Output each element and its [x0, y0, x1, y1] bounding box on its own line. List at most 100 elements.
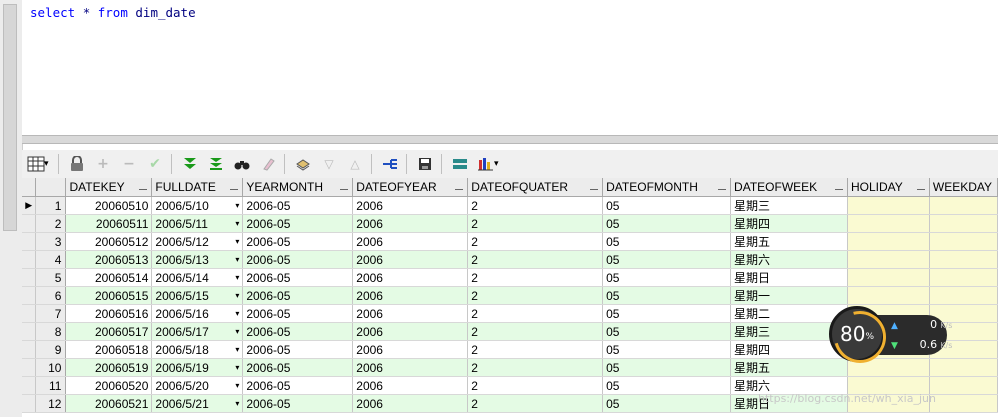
cell-dateofmonth[interactable]: 05: [602, 232, 732, 251]
row-number[interactable]: 10: [35, 358, 67, 377]
row-number[interactable]: 9: [35, 340, 67, 359]
table-row[interactable]: 3 20060512 2006/5/12 ▾ 2006-05 2006 2 05 星期五: [22, 232, 998, 251]
cell-fulldate[interactable]: 2006/5/10 ▾: [151, 196, 244, 215]
cell-weekday[interactable]: [929, 286, 998, 305]
cell-datekey[interactable]: 20060517: [65, 322, 153, 341]
cell-datekey[interactable]: 20060521: [65, 394, 153, 413]
export-icon[interactable]: [291, 153, 315, 175]
cell-dateofmonth[interactable]: 05: [602, 214, 732, 233]
cell-yearmonth[interactable]: 2006-05: [242, 322, 354, 341]
cell-dateofmonth[interactable]: 05: [602, 304, 732, 323]
editor-grid-splitter[interactable]: [22, 135, 998, 144]
cell-dateofyear[interactable]: 2006: [352, 196, 469, 215]
row-number[interactable]: 1: [35, 196, 67, 215]
table-row[interactable]: 5 20060514 2006/5/14 ▾ 2006-05 2006 2 05 星期日: [22, 268, 998, 287]
cell-dateofquater[interactable]: 2: [467, 358, 604, 377]
cell-dateofquater[interactable]: 2: [467, 232, 604, 251]
cell-fulldate[interactable]: 2006/5/14 ▾: [151, 268, 244, 287]
cell-fulldate[interactable]: 2006/5/16 ▾: [151, 304, 244, 323]
cell-datekey[interactable]: 20060518: [65, 340, 153, 359]
cell-dateofmonth[interactable]: 05: [602, 322, 732, 341]
cell-weekday[interactable]: [929, 376, 998, 395]
cell-dateofquater[interactable]: 2: [467, 214, 604, 233]
column-header-weekday[interactable]: WEEKDAY: [929, 178, 998, 197]
table-row[interactable]: 6 20060515 2006/5/15 ▾ 2006-05 2006 2 05 星期一: [22, 286, 998, 305]
table-row[interactable]: 4 20060513 2006/5/13 ▾ 2006-05 2006 2 05 星期六: [22, 250, 998, 269]
cell-dateofweek[interactable]: 星期四: [730, 214, 848, 233]
cell-fulldate[interactable]: 2006/5/13 ▾: [151, 250, 244, 269]
add-record-icon[interactable]: +: [91, 153, 115, 175]
chevron-down-icon[interactable]: ▾: [235, 237, 239, 246]
cell-fulldate[interactable]: 2006/5/17 ▾: [151, 322, 244, 341]
cell-datekey[interactable]: 20060519: [65, 358, 153, 377]
chevron-down-icon[interactable]: ▾: [235, 399, 239, 408]
cell-fulldate[interactable]: 2006/5/20 ▾: [151, 376, 244, 395]
cell-holiday[interactable]: [847, 232, 930, 251]
left-scrollbar-thumb[interactable]: [3, 4, 17, 231]
cell-holiday[interactable]: [847, 286, 930, 305]
cell-dateofyear[interactable]: 2006: [352, 394, 469, 413]
row-number[interactable]: 7: [35, 304, 67, 323]
cell-dateofmonth[interactable]: 05: [602, 268, 732, 287]
cell-dateofquater[interactable]: 2: [467, 340, 604, 359]
cell-yearmonth[interactable]: 2006-05: [242, 304, 354, 323]
row-number[interactable]: 3: [35, 232, 67, 251]
column-header-fulldate[interactable]: FULLDATE: [151, 178, 244, 197]
cell-dateofyear[interactable]: 2006: [352, 304, 469, 323]
cell-datekey[interactable]: 20060514: [65, 268, 153, 287]
chevron-down-icon[interactable]: ▾: [235, 309, 239, 318]
bind-variables-icon[interactable]: [448, 153, 472, 175]
chevron-down-icon[interactable]: ▾: [494, 159, 504, 169]
row-number[interactable]: 11: [35, 376, 67, 395]
chevron-down-icon[interactable]: ▾: [235, 381, 239, 390]
row-number[interactable]: 2: [35, 214, 67, 233]
cell-dateofweek[interactable]: 星期六: [730, 250, 848, 269]
cell-dateofquater[interactable]: 2: [467, 286, 604, 305]
cell-dateofmonth[interactable]: 05: [602, 250, 732, 269]
cell-dateofweek[interactable]: 星期日: [730, 268, 848, 287]
chevron-down-icon[interactable]: ▾: [235, 363, 239, 372]
cell-weekday[interactable]: [929, 196, 998, 215]
cell-dateofyear[interactable]: 2006: [352, 322, 469, 341]
cell-dateofyear[interactable]: 2006: [352, 214, 469, 233]
cell-dateofquater[interactable]: 2: [467, 250, 604, 269]
row-number[interactable]: 4: [35, 250, 67, 269]
column-header-dateofquater[interactable]: DATEOFQUATER: [467, 178, 604, 197]
cell-dateofmonth[interactable]: 05: [602, 340, 732, 359]
cell-dateofweek[interactable]: 星期五: [730, 232, 848, 251]
cell-dateofyear[interactable]: 2006: [352, 340, 469, 359]
row-number[interactable]: 6: [35, 286, 67, 305]
left-scrollbar[interactable]: [0, 0, 23, 417]
cell-holiday[interactable]: [847, 196, 930, 215]
cell-dateofquater[interactable]: 2: [467, 268, 604, 287]
save-icon[interactable]: [413, 153, 437, 175]
cell-dateofyear[interactable]: 2006: [352, 232, 469, 251]
query-by-example-icon[interactable]: [230, 153, 254, 175]
cell-yearmonth[interactable]: 2006-05: [242, 358, 354, 377]
cell-datekey[interactable]: 20060511: [65, 214, 153, 233]
cell-dateofmonth[interactable]: 05: [602, 394, 732, 413]
cell-datekey[interactable]: 20060515: [65, 286, 153, 305]
cell-weekday[interactable]: [929, 394, 998, 413]
cell-weekday[interactable]: [929, 232, 998, 251]
cell-yearmonth[interactable]: 2006-05: [242, 268, 354, 287]
chevron-down-icon[interactable]: ▾: [235, 201, 239, 210]
chevron-down-icon[interactable]: ▾: [235, 345, 239, 354]
cell-dateofquater[interactable]: 2: [467, 322, 604, 341]
cell-yearmonth[interactable]: 2006-05: [242, 394, 354, 413]
cell-dateofquater[interactable]: 2: [467, 394, 604, 413]
cell-dateofyear[interactable]: 2006: [352, 376, 469, 395]
cell-dateofweek[interactable]: 星期一: [730, 286, 848, 305]
cell-dateofmonth[interactable]: 05: [602, 286, 732, 305]
cell-fulldate[interactable]: 2006/5/15 ▾: [151, 286, 244, 305]
row-number[interactable]: 5: [35, 268, 67, 287]
chevron-down-icon[interactable]: ▾: [235, 327, 239, 336]
cell-datekey[interactable]: 20060512: [65, 232, 153, 251]
cell-datekey[interactable]: 20060510: [65, 196, 153, 215]
cell-yearmonth[interactable]: 2006-05: [242, 232, 354, 251]
cell-fulldate[interactable]: 2006/5/21 ▾: [151, 394, 244, 413]
table-row[interactable]: 2 20060511 2006/5/11 ▾ 2006-05 2006 2 05 星期四: [22, 214, 998, 233]
chevron-down-icon[interactable]: ▾: [44, 159, 54, 169]
cell-dateofyear[interactable]: 2006: [352, 268, 469, 287]
cell-datekey[interactable]: 20060516: [65, 304, 153, 323]
